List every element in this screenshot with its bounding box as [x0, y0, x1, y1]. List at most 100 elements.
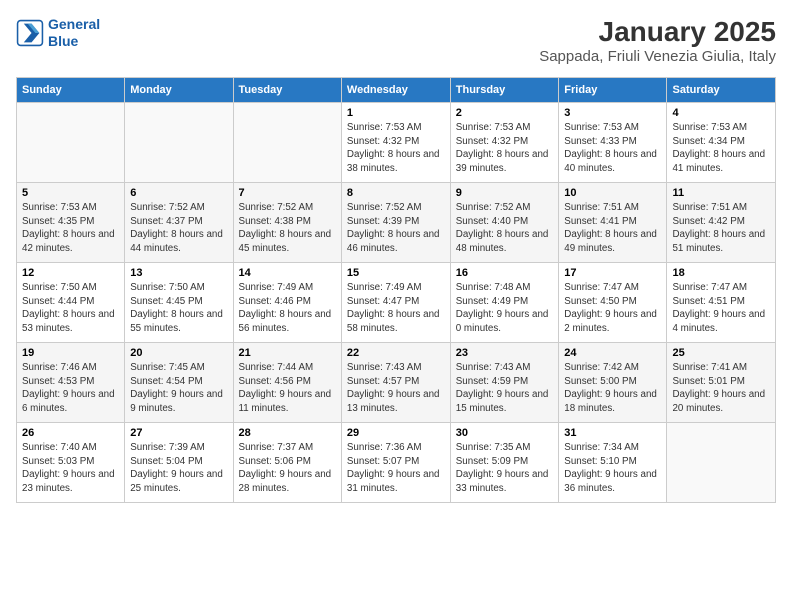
calendar-cell: 17 Sunrise: 7:47 AM Sunset: 4:50 PM Dayli… [559, 263, 667, 343]
calendar-cell: 7 Sunrise: 7:52 AM Sunset: 4:38 PM Daylig… [233, 183, 341, 263]
day-number: 27 [130, 427, 227, 439]
logo: General Blue [16, 16, 100, 50]
calendar-cell: 10 Sunrise: 7:51 AM Sunset: 4:41 PM Dayli… [559, 183, 667, 263]
day-info: Sunrise: 7:47 AM Sunset: 4:51 PM Dayligh… [672, 281, 770, 336]
calendar-cell: 21Sunrise: 7:44 AM Sunset: 4:56 PM Dayli… [233, 343, 341, 423]
calendar-cell: 26 Sunrise: 7:40 AM Sunset: 5:03 PM Dayli… [17, 423, 125, 503]
calendar-cell [125, 103, 233, 183]
day-info: Sunrise: 7:43 AM Sunset: 4:57 PM Dayligh… [347, 361, 445, 416]
calendar-cell [667, 423, 776, 503]
day-info: Sunrise: 7:35 AM Sunset: 5:09 PM Dayligh… [456, 441, 554, 496]
day-info: Sunrise: 7:42 AM Sunset: 5:00 PM Dayligh… [564, 361, 661, 416]
day-info: Sunrise: 7:44 AM Sunset: 4:56 PM Dayligh… [239, 361, 336, 416]
calendar-week-row: 12 Sunrise: 7:50 AM Sunset: 4:44 PM Dayli… [17, 263, 776, 343]
day-info: Sunrise: 7:36 AM Sunset: 5:07 PM Dayligh… [347, 441, 445, 496]
column-header-friday: Friday [559, 78, 667, 103]
day-number: 26 [22, 427, 119, 439]
day-info: Sunrise: 7:49 AM Sunset: 4:46 PM Dayligh… [239, 281, 336, 336]
calendar-week-row: 19 Sunrise: 7:46 AM Sunset: 4:53 PM Dayli… [17, 343, 776, 423]
day-info: Sunrise: 7:46 AM Sunset: 4:53 PM Dayligh… [22, 361, 119, 416]
day-number: 14 [239, 267, 336, 279]
day-info: Sunrise: 7:50 AM Sunset: 4:45 PM Dayligh… [130, 281, 227, 336]
calendar-cell: 27 Sunrise: 7:39 AM Sunset: 5:04 PM Dayli… [125, 423, 233, 503]
calendar-cell: 3 Sunrise: 7:53 AM Sunset: 4:33 PM Daylig… [559, 103, 667, 183]
day-number: 28 [239, 427, 336, 439]
logo-text: General Blue [48, 16, 100, 50]
day-info: Sunrise: 7:39 AM Sunset: 5:04 PM Dayligh… [130, 441, 227, 496]
title-block: January 2025 Sappada, Friuli Venezia Giu… [539, 16, 776, 65]
day-number: 7 [239, 187, 336, 199]
calendar-cell: 4Sunrise: 7:53 AM Sunset: 4:34 PM Daylig… [667, 103, 776, 183]
calendar-cell: 20 Sunrise: 7:45 AM Sunset: 4:54 PM Dayli… [125, 343, 233, 423]
column-header-sunday: Sunday [17, 78, 125, 103]
day-info: Sunrise: 7:53 AM Sunset: 4:33 PM Dayligh… [564, 121, 661, 176]
day-info: Sunrise: 7:52 AM Sunset: 4:38 PM Dayligh… [239, 201, 336, 256]
day-info: Sunrise: 7:53 AM Sunset: 4:32 PM Dayligh… [347, 121, 445, 176]
day-number: 11 [672, 187, 770, 199]
day-info: Sunrise: 7:34 AM Sunset: 5:10 PM Dayligh… [564, 441, 661, 496]
day-info: Sunrise: 7:52 AM Sunset: 4:40 PM Dayligh… [456, 201, 554, 256]
logo-line2: Blue [48, 33, 78, 49]
calendar-cell: 25Sunrise: 7:41 AM Sunset: 5:01 PM Dayli… [667, 343, 776, 423]
day-number: 13 [130, 267, 227, 279]
calendar-week-row: 26 Sunrise: 7:40 AM Sunset: 5:03 PM Dayli… [17, 423, 776, 503]
calendar-title: January 2025 [539, 16, 776, 48]
day-number: 9 [456, 187, 554, 199]
day-number: 15 [347, 267, 445, 279]
calendar-cell: 11 Sunrise: 7:51 AM Sunset: 4:42 PM Dayli… [667, 183, 776, 263]
column-header-thursday: Thursday [450, 78, 559, 103]
calendar-subtitle: Sappada, Friuli Venezia Giulia, Italy [539, 48, 776, 65]
column-header-tuesday: Tuesday [233, 78, 341, 103]
day-info: Sunrise: 7:52 AM Sunset: 4:39 PM Dayligh… [347, 201, 445, 256]
calendar-cell: 23Sunrise: 7:43 AM Sunset: 4:59 PM Dayli… [450, 343, 559, 423]
day-number: 17 [564, 267, 661, 279]
day-info: Sunrise: 7:47 AM Sunset: 4:50 PM Dayligh… [564, 281, 661, 336]
day-number: 2 [456, 107, 554, 119]
day-number: 23 [456, 347, 554, 359]
day-number: 29 [347, 427, 445, 439]
calendar-week-row: 5 Sunrise: 7:53 AM Sunset: 4:35 PM Daylig… [17, 183, 776, 263]
calendar-cell: 30Sunrise: 7:35 AM Sunset: 5:09 PM Dayli… [450, 423, 559, 503]
calendar-cell: 14 Sunrise: 7:49 AM Sunset: 4:46 PM Dayli… [233, 263, 341, 343]
calendar-cell: 28 Sunrise: 7:37 AM Sunset: 5:06 PM Dayli… [233, 423, 341, 503]
day-number: 16 [456, 267, 554, 279]
calendar-cell: 5 Sunrise: 7:53 AM Sunset: 4:35 PM Daylig… [17, 183, 125, 263]
calendar-cell: 24 Sunrise: 7:42 AM Sunset: 5:00 PM Dayli… [559, 343, 667, 423]
column-header-monday: Monday [125, 78, 233, 103]
day-info: Sunrise: 7:49 AM Sunset: 4:47 PM Dayligh… [347, 281, 445, 336]
day-info: Sunrise: 7:37 AM Sunset: 5:06 PM Dayligh… [239, 441, 336, 496]
day-number: 6 [130, 187, 227, 199]
day-number: 20 [130, 347, 227, 359]
calendar-cell: 19 Sunrise: 7:46 AM Sunset: 4:53 PM Dayli… [17, 343, 125, 423]
calendar-cell [17, 103, 125, 183]
day-number: 5 [22, 187, 119, 199]
calendar-cell: 1Sunrise: 7:53 AM Sunset: 4:32 PM Daylig… [341, 103, 450, 183]
day-info: Sunrise: 7:51 AM Sunset: 4:42 PM Dayligh… [672, 201, 770, 256]
day-number: 3 [564, 107, 661, 119]
day-info: Sunrise: 7:53 AM Sunset: 4:32 PM Dayligh… [456, 121, 554, 176]
day-info: Sunrise: 7:53 AM Sunset: 4:35 PM Dayligh… [22, 201, 119, 256]
day-number: 18 [672, 267, 770, 279]
calendar-cell: 2 Sunrise: 7:53 AM Sunset: 4:32 PM Daylig… [450, 103, 559, 183]
day-info: Sunrise: 7:45 AM Sunset: 4:54 PM Dayligh… [130, 361, 227, 416]
calendar-cell: 18 Sunrise: 7:47 AM Sunset: 4:51 PM Dayli… [667, 263, 776, 343]
logo-icon [16, 19, 44, 47]
day-number: 24 [564, 347, 661, 359]
calendar-cell: 9 Sunrise: 7:52 AM Sunset: 4:40 PM Daylig… [450, 183, 559, 263]
day-info: Sunrise: 7:40 AM Sunset: 5:03 PM Dayligh… [22, 441, 119, 496]
day-number: 10 [564, 187, 661, 199]
day-number: 4 [672, 107, 770, 119]
day-number: 12 [22, 267, 119, 279]
day-info: Sunrise: 7:48 AM Sunset: 4:49 PM Dayligh… [456, 281, 554, 336]
day-number: 19 [22, 347, 119, 359]
logo-line1: General [48, 16, 100, 32]
calendar-cell: 31Sunrise: 7:34 AM Sunset: 5:10 PM Dayli… [559, 423, 667, 503]
calendar-cell: 13 Sunrise: 7:50 AM Sunset: 4:45 PM Dayli… [125, 263, 233, 343]
calendar-cell: 12 Sunrise: 7:50 AM Sunset: 4:44 PM Dayli… [17, 263, 125, 343]
calendar-week-row: 1Sunrise: 7:53 AM Sunset: 4:32 PM Daylig… [17, 103, 776, 183]
calendar-table: SundayMondayTuesdayWednesdayThursdayFrid… [16, 77, 776, 503]
calendar-cell: 16 Sunrise: 7:48 AM Sunset: 4:49 PM Dayli… [450, 263, 559, 343]
day-info: Sunrise: 7:50 AM Sunset: 4:44 PM Dayligh… [22, 281, 119, 336]
day-info: Sunrise: 7:51 AM Sunset: 4:41 PM Dayligh… [564, 201, 661, 256]
column-header-wednesday: Wednesday [341, 78, 450, 103]
